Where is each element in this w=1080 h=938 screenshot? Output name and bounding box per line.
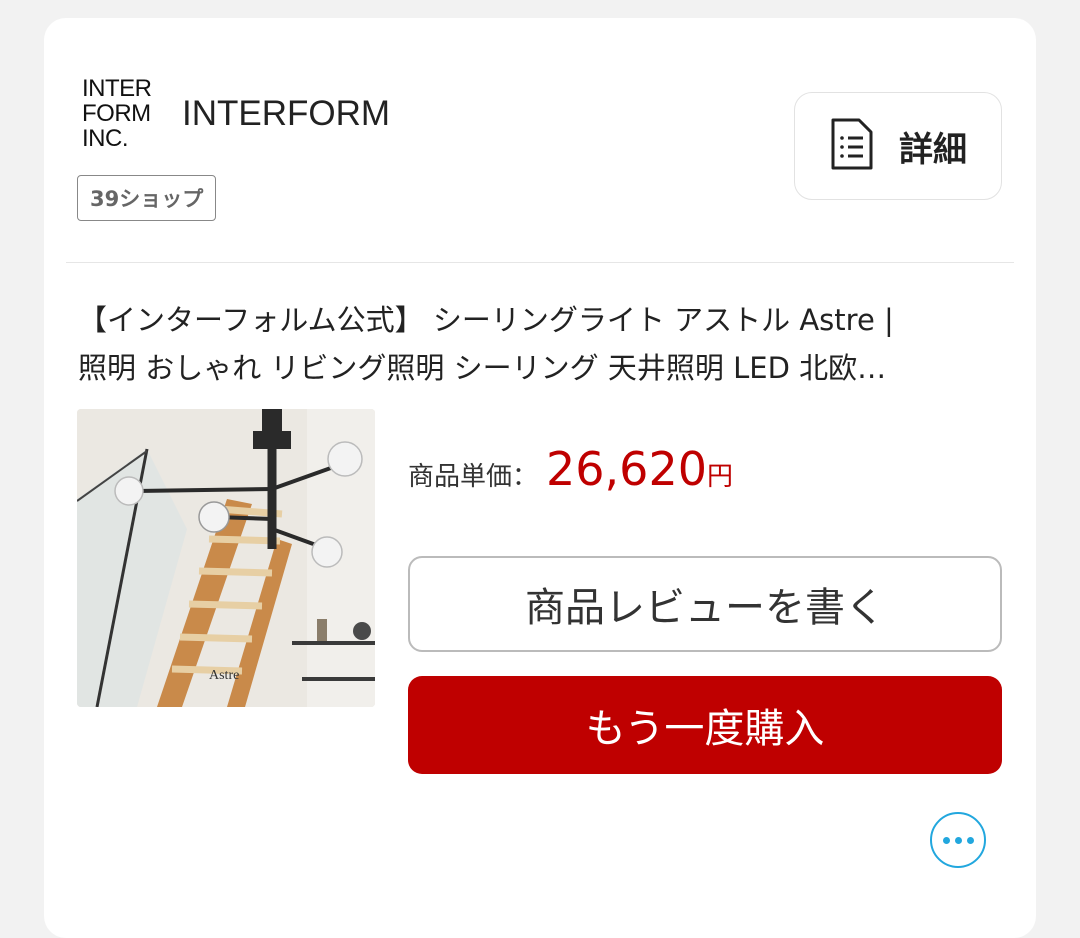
logo-line-1: INTER (82, 75, 152, 102)
more-options-button[interactable] (930, 812, 986, 868)
write-review-button[interactable]: 商品レビューを書く (408, 556, 1002, 652)
logo-line-2: FORM (82, 100, 151, 127)
price-value: 26,620 (546, 442, 707, 496)
price-row: 商品単価： 26,620 円 (408, 442, 733, 496)
order-item-card: INTER FORM INC. INTERFORM 39ショップ 詳細 【インタ… (44, 18, 1036, 938)
product-title[interactable]: 【インターフォルム公式】 シーリングライト アストル Astre | 照明 おし… (78, 296, 1013, 392)
buy-again-button[interactable]: もう一度購入 (408, 676, 1002, 774)
divider (66, 262, 1014, 263)
document-icon (829, 116, 875, 176)
shop-badge: 39ショップ (77, 175, 217, 221)
shop-logo[interactable]: INTER FORM INC. (82, 76, 162, 151)
ellipsis-icon (966, 836, 974, 844)
detail-button[interactable]: 詳細 (794, 92, 1002, 200)
detail-label: 詳細 (899, 129, 967, 170)
image-caption: Astre (209, 668, 239, 683)
price-unit: 円 (706, 462, 733, 492)
logo-line-3: INC. (82, 125, 129, 152)
shop-name[interactable]: INTERFORM (182, 94, 390, 134)
ellipsis-icon (942, 836, 950, 844)
ellipsis-icon (954, 836, 962, 844)
product-title-line-1: 【インターフォルム公式】 シーリングライト アストル Astre | (78, 303, 894, 337)
product-image[interactable]: Astre (77, 409, 375, 707)
price-label: 商品単価： (408, 462, 539, 492)
product-title-line-2: 照明 おしゃれ リビング照明 シーリング 天井照明 LED 北欧… (78, 351, 887, 385)
